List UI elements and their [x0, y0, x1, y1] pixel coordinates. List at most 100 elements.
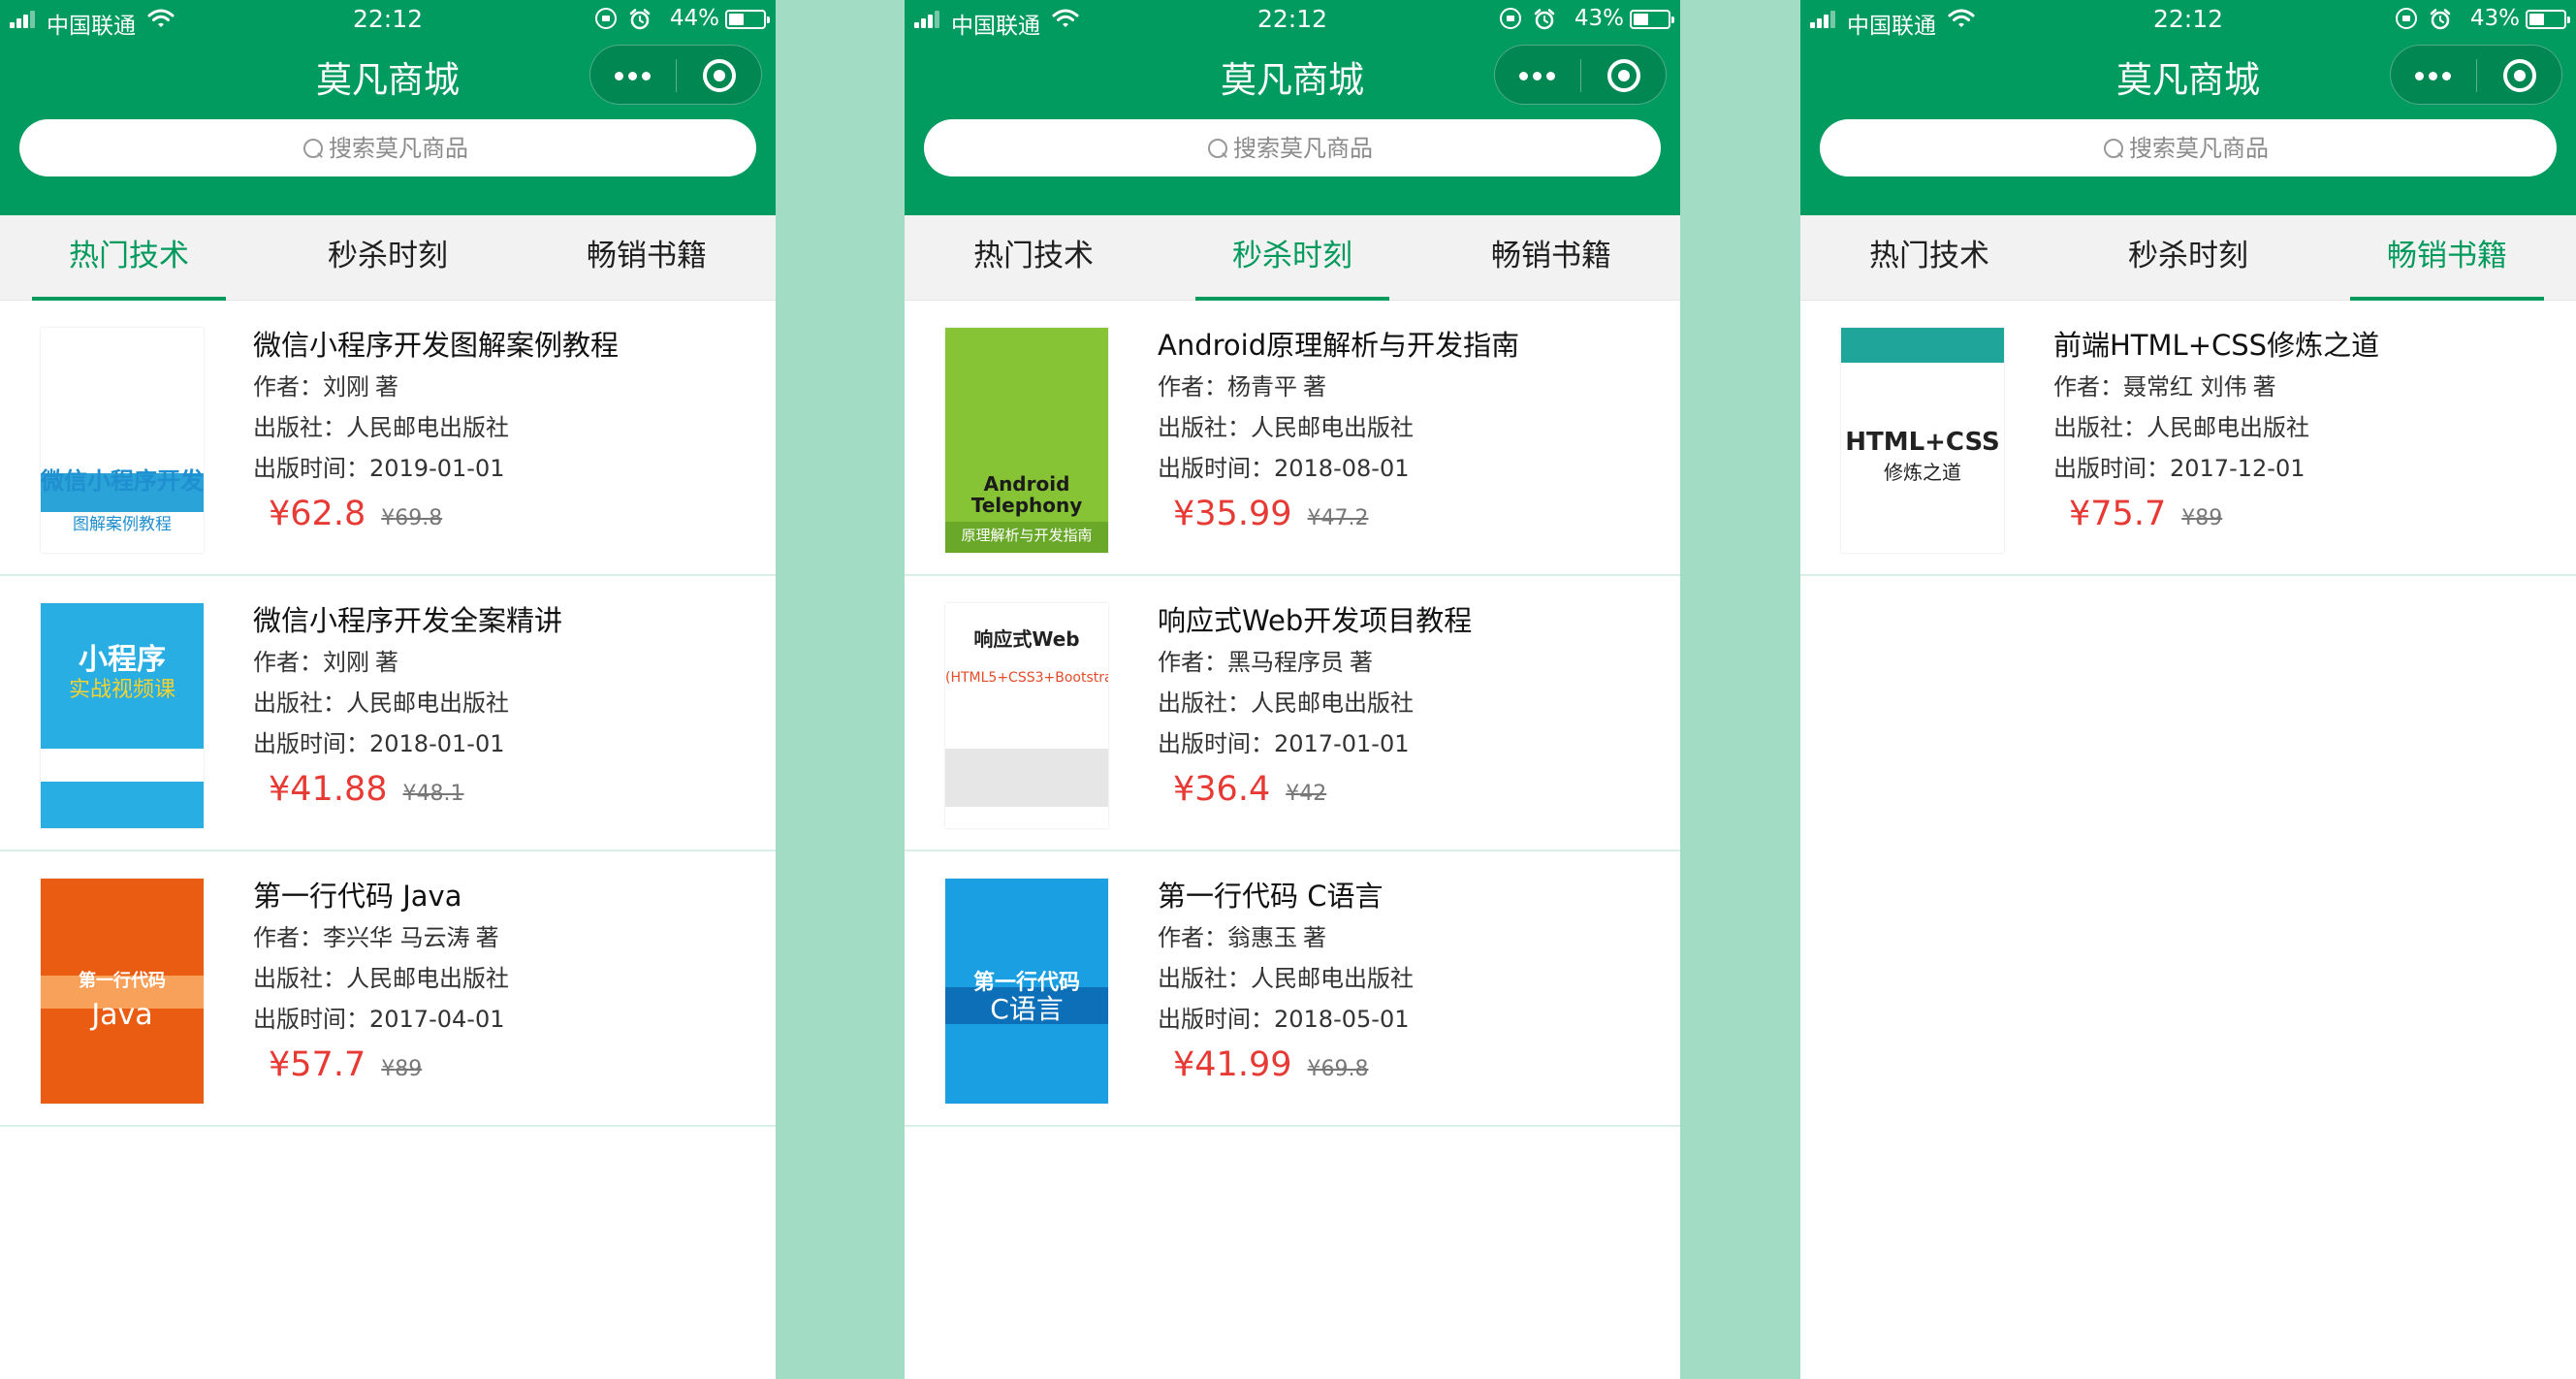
sale-price: ¥41.99 — [1173, 1045, 1291, 1084]
close-miniprogram-icon[interactable] — [2477, 46, 2562, 106]
tab-hot-tech[interactable]: 热门技术 — [0, 215, 258, 301]
book-author: 作者：杨青平著 — [1158, 367, 1670, 407]
date-prefix: 出版时间： — [253, 730, 369, 757]
search-bar[interactable] — [1820, 119, 2557, 176]
sale-price-value: 62.8 — [290, 495, 366, 533]
book-publisher: 出版社：人民邮电出版社 — [1158, 407, 1670, 448]
cover-title: HTML+CSS — [1845, 428, 2000, 457]
miniprogram-capsule — [589, 45, 762, 105]
book-title[interactable]: 第一行代码 C语言 — [1158, 875, 1670, 917]
tab-flash-sale[interactable]: 秒杀时刻 — [259, 215, 517, 301]
book-cover[interactable]: 第一行代码 C语言 — [939, 879, 1114, 1104]
cover-band — [41, 749, 204, 782]
book-title[interactable]: 微信小程序开发图解案例教程 — [253, 324, 766, 367]
publisher-prefix: 出版社： — [253, 965, 346, 992]
original-price-value: 48.1 — [416, 782, 464, 806]
book-list-item[interactable]: 第一行代码 C语言 第一行代码 C语言 作者：翁惠玉著 出版社：人民邮电出版社 … — [905, 851, 1680, 1127]
close-miniprogram-icon[interactable] — [677, 46, 762, 106]
book-info: 响应式Web开发项目教程 作者：黑马程序员著 出版社：人民邮电出版社 出版时间：… — [1158, 599, 1670, 811]
book-title[interactable]: Android原理解析与开发指南 — [1158, 324, 1670, 367]
currency-symbol: ¥ — [402, 782, 417, 806]
book-cover-image: 第一行代码 C语言 — [945, 879, 1108, 1104]
tab-bestsellers[interactable]: 畅销书籍 — [1422, 215, 1680, 301]
cover-subtitle: C语言 — [990, 993, 1064, 1025]
book-cover-image: 微信小程序开发 图解案例教程 — [41, 328, 204, 553]
book-author: 作者：翁惠玉著 — [1158, 917, 1670, 958]
app-header: 中国联通 22:12 43% 莫凡商城 — [905, 0, 1680, 215]
book-publisher: 出版社：人民邮电出版社 — [1158, 958, 1670, 999]
book-cover[interactable]: 响应式Web (HTML5+CSS3+Bootstrap) — [939, 603, 1114, 828]
author-suffix: 著 — [1303, 373, 1326, 401]
book-info: 微信小程序开发图解案例教程 作者：刘刚著 出版社：人民邮电出版社 出版时间：20… — [253, 324, 766, 535]
date-prefix: 出版时间： — [253, 455, 369, 482]
book-author: 作者：聂常红 刘伟著 — [2053, 367, 2566, 407]
author-name: 杨青平 — [1227, 373, 1297, 401]
cover-title: 第一行代码 — [972, 971, 1080, 995]
battery-level — [1634, 14, 1648, 25]
book-title[interactable]: 前端HTML+CSS修炼之道 — [2053, 324, 2566, 367]
publish-date: 2018-08-01 — [1274, 455, 1410, 482]
sale-price: ¥41.88 — [269, 770, 387, 809]
book-cover[interactable]: Android Telephony 原理解析与开发指南 — [939, 328, 1114, 553]
book-cover-image: Android Telephony 原理解析与开发指南 — [945, 328, 1108, 553]
search-input[interactable] — [2129, 134, 2274, 162]
book-cover[interactable]: 微信小程序开发 图解案例教程 — [35, 328, 209, 553]
sale-price-value: 41.99 — [1194, 1045, 1292, 1084]
book-list-item[interactable]: Android Telephony 原理解析与开发指南 Android原理解析与… — [905, 301, 1680, 576]
search-bar[interactable] — [924, 119, 1661, 176]
book-cover-image: 第一行代码 Java — [41, 879, 204, 1104]
tab-flash-sale[interactable]: 秒杀时刻 — [1163, 215, 1421, 301]
publisher-prefix: 出版社： — [2053, 414, 2147, 441]
currency-symbol: ¥ — [381, 506, 396, 530]
author-name: 聂常红 刘伟 — [2123, 373, 2247, 401]
date-prefix: 出版时间： — [1158, 730, 1274, 757]
book-cover[interactable]: HTML+CSS 修炼之道 — [1835, 328, 2010, 553]
price-row: ¥41.88 ¥48.1 — [253, 768, 766, 811]
book-list-item[interactable]: 微信小程序开发 图解案例教程 微信小程序开发图解案例教程 作者：刘刚著 出版社：… — [0, 301, 776, 576]
sale-price: ¥36.4 — [1173, 770, 1270, 809]
book-title[interactable]: 微信小程序开发全案精讲 — [253, 599, 766, 642]
search-input[interactable] — [1233, 134, 1379, 162]
book-cover-image: 小程序 实战视频课 — [41, 603, 204, 828]
cover-subtitle: 修炼之道 — [1884, 461, 1961, 484]
book-list-item[interactable]: 响应式Web (HTML5+CSS3+Bootstrap) 响应式Web开发项目… — [905, 576, 1680, 851]
more-menu-icon[interactable] — [1495, 46, 1580, 106]
book-title[interactable]: 第一行代码 Java — [253, 875, 766, 917]
publisher-prefix: 出版社： — [253, 690, 346, 717]
search-icon — [1206, 137, 1229, 160]
author-name: 刘刚 — [323, 649, 369, 676]
app-header: 中国联通 22:12 44% 莫凡商城 — [0, 0, 776, 215]
original-price-value: 47.2 — [1320, 506, 1369, 530]
currency-symbol: ¥ — [1286, 782, 1300, 806]
tab-hot-tech[interactable]: 热门技术 — [1800, 215, 2058, 301]
date-prefix: 出版时间： — [253, 1006, 369, 1033]
currency-symbol: ¥ — [1173, 770, 1195, 809]
publisher-prefix: 出版社： — [253, 414, 346, 441]
more-menu-icon[interactable] — [590, 46, 676, 106]
book-cover[interactable]: 第一行代码 Java — [35, 879, 209, 1104]
status-time: 22:12 — [352, 5, 424, 33]
book-list-item[interactable]: 小程序 实战视频课 微信小程序开发全案精讲 作者：刘刚著 出版社：人民邮电出版社… — [0, 576, 776, 851]
author-name: 翁惠玉 — [1227, 924, 1297, 951]
original-price-value: 69.8 — [395, 506, 443, 530]
app-header: 中国联通 22:12 43% 莫凡商城 — [1800, 0, 2576, 215]
book-publish-date: 出版时间：2017-01-01 — [1158, 723, 1670, 764]
original-price: ¥48.1 — [402, 782, 463, 806]
search-input[interactable] — [329, 134, 474, 162]
book-cover[interactable]: 小程序 实战视频课 — [35, 603, 209, 828]
tab-bestsellers[interactable]: 畅销书籍 — [518, 215, 776, 301]
cover-band — [945, 749, 1108, 807]
status-bar: 中国联通 22:12 44% — [0, 0, 776, 39]
book-list-item[interactable]: 第一行代码 Java 第一行代码 Java 作者：李兴华 马云涛著 出版社：人民… — [0, 851, 776, 1127]
book-title[interactable]: 响应式Web开发项目教程 — [1158, 599, 1670, 642]
close-miniprogram-icon[interactable] — [1581, 46, 1667, 106]
original-price: ¥69.8 — [381, 506, 442, 530]
battery-level — [2529, 14, 2544, 25]
book-list-item[interactable]: HTML+CSS 修炼之道 前端HTML+CSS修炼之道 作者：聂常红 刘伟著 … — [1800, 301, 2576, 576]
battery-icon — [2526, 10, 2570, 29]
more-menu-icon[interactable] — [2391, 46, 2476, 106]
tab-bestsellers[interactable]: 畅销书籍 — [2318, 215, 2576, 301]
tab-flash-sale[interactable]: 秒杀时刻 — [2059, 215, 2317, 301]
search-bar[interactable] — [19, 119, 756, 176]
tab-hot-tech[interactable]: 热门技术 — [905, 215, 1162, 301]
